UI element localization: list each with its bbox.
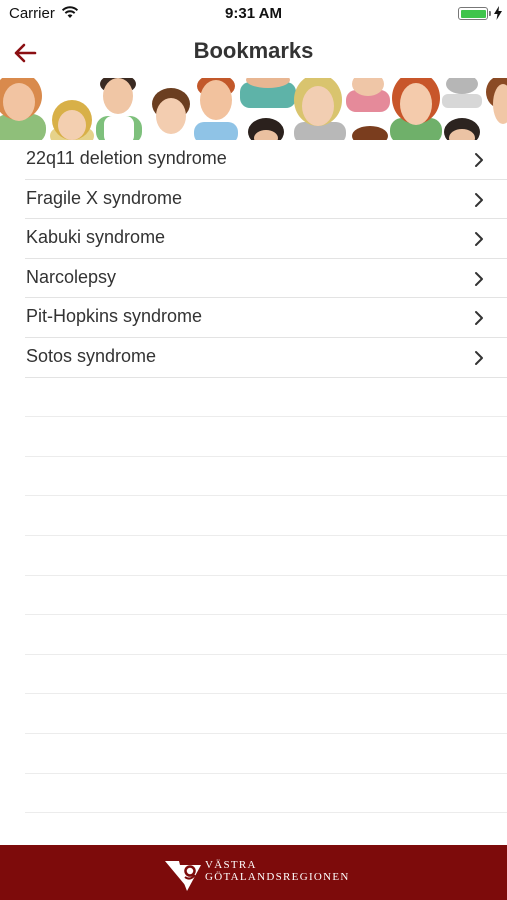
chevron-right-icon [475,271,483,286]
bookmark-row[interactable]: Kabuki syndrome [25,219,507,259]
page-title: Bookmarks [193,38,314,63]
footer-bar: VÄSTRA GÖTALANDSREGIONEN [0,845,507,900]
navigation-bar: Bookmarks [0,28,507,78]
bookmark-row[interactable]: Pit-Hopkins syndrome [25,298,507,338]
footer-organization-name: VÄSTRA GÖTALANDSREGIONEN [205,859,350,883]
vastra-gotalandsregionen-logo-icon [165,861,201,891]
bookmark-label: Pit-Hopkins syndrome [26,306,203,327]
bookmark-label: Kabuki syndrome [26,227,166,248]
battery-tip [489,11,491,16]
empty-list-row [25,417,507,457]
empty-list-row [25,694,507,734]
charging-bolt-icon [494,6,502,20]
footer-line-2: GÖTALANDSREGIONEN [205,871,350,883]
empty-list-row [25,774,507,814]
empty-list-row [25,496,507,536]
bookmark-label: Fragile X syndrome [26,187,183,208]
chevron-right-icon [475,232,483,247]
empty-list-row [25,615,507,655]
empty-list-row [25,576,507,616]
clock: 9:31 AM [225,5,282,22]
empty-list-row [25,536,507,576]
chevron-right-icon [475,311,483,326]
chevron-right-icon [475,350,483,365]
bookmark-label: 22q11 deletion syndrome [26,148,227,168]
empty-list-row [25,378,507,418]
chevron-right-icon [475,153,483,167]
battery-icon [458,7,488,20]
bookmark-row[interactable]: Narcolepsy [25,259,507,299]
status-bar: Carrier 9:31 AM [0,0,507,28]
empty-list-row [25,734,507,774]
chevron-right-icon [475,192,483,207]
bookmark-label: Narcolepsy [26,266,117,287]
bookmark-list: 22q11 deletion syndrome Fragile X syndro… [0,140,507,814]
bookmark-row[interactable]: Fragile X syndrome [25,180,507,220]
bookmark-label: Sotos syndrome [26,345,157,366]
bookmark-row[interactable]: Sotos syndrome [25,338,507,378]
footer-line-1: VÄSTRA [205,859,257,871]
empty-list-row [25,457,507,497]
empty-list-row [25,655,507,695]
bookmark-row[interactable]: 22q11 deletion syndrome [25,140,507,180]
faces-banner-illustration [0,78,507,140]
